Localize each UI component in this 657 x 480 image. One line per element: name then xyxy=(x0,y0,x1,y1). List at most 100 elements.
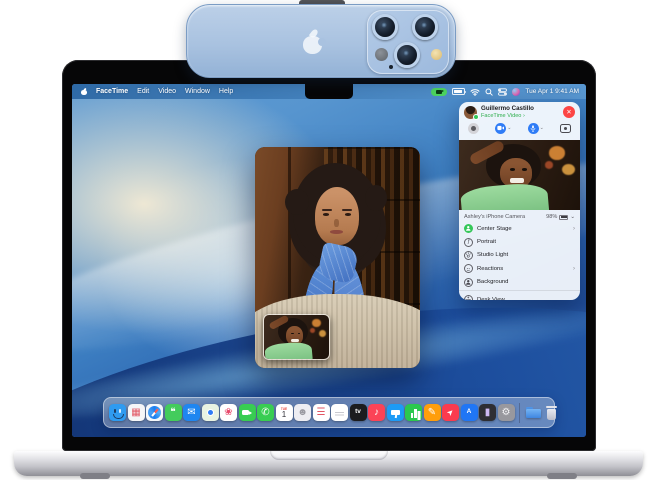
camera-source-label[interactable]: Ashley's iPhone Camera xyxy=(464,214,525,220)
effect-label: Reactions xyxy=(477,266,503,272)
apple-menu-icon[interactable] xyxy=(81,88,87,95)
dock-item-messages[interactable]: ❝ xyxy=(165,404,182,421)
dock: ▦ ❝ ✉ ❀ ✆TUE1☻ ☰ tv ♪ ✎ A ▮ ⚙ xyxy=(103,397,555,428)
photo-booth-glyph-icon: ▮ xyxy=(485,408,491,418)
self-shirt xyxy=(460,181,549,210)
control-center-icon[interactable] xyxy=(498,88,507,96)
iphone-battery-icon xyxy=(559,215,568,220)
dock-item-tv[interactable]: tv xyxy=(350,404,367,421)
caller-avatar xyxy=(464,106,477,119)
siri-icon[interactable] xyxy=(512,88,520,96)
effect-center-stage[interactable]: Center Stage› xyxy=(459,222,580,235)
video-options-chevron-icon[interactable]: ⌄ xyxy=(507,125,511,131)
call-type-link[interactable]: FaceTime Video › xyxy=(481,113,534,120)
dock-item-safari[interactable] xyxy=(146,404,163,421)
dock-item-reminders[interactable]: ☰ xyxy=(313,404,330,421)
camera-lens-icon xyxy=(394,42,420,68)
dock-item-notes[interactable] xyxy=(331,404,348,421)
call-card: Guillermo Castillo FaceTime Video › ✕ ⌄ xyxy=(459,102,580,140)
effect-label: Center Stage xyxy=(477,226,512,232)
chevron-right-icon: › xyxy=(573,266,575,272)
menu-item-help[interactable]: Help xyxy=(219,88,233,95)
music-glyph-icon: ♪ xyxy=(374,408,379,418)
iphone-continuity-camera xyxy=(186,4,456,78)
self-smile xyxy=(291,339,299,342)
camera-preview xyxy=(459,140,580,210)
dock-item-rocket-app[interactable] xyxy=(442,404,459,421)
camera-lidar-icon xyxy=(375,48,388,61)
effect-desk-view[interactable]: Desk View… xyxy=(459,293,580,300)
local-user-preview-video xyxy=(459,140,580,210)
desk-view-icon xyxy=(464,295,473,300)
end-call-button[interactable]: ✕ xyxy=(563,106,575,118)
menu-item-edit[interactable]: Edit xyxy=(137,88,149,95)
dock-item-facetime[interactable] xyxy=(239,404,256,421)
self-eye xyxy=(510,168,515,171)
screen-share-button[interactable] xyxy=(560,124,571,133)
smiley-icon xyxy=(464,264,473,273)
effect-portrait[interactable]: ƒ Portrait xyxy=(459,235,580,248)
self-eye xyxy=(522,168,527,171)
tv-glyph-icon: tv xyxy=(355,409,361,416)
camera-lens-icon xyxy=(412,14,438,40)
aperture-icon: ƒ xyxy=(464,238,473,247)
effect-label: Background xyxy=(477,279,508,285)
dock-item-system-settings[interactable]: ⚙ xyxy=(498,404,515,421)
dock-item-calendar[interactable]: TUE1 xyxy=(276,404,293,421)
messages-glyph-icon: ❝ xyxy=(170,408,175,418)
dock-item-contacts[interactable]: ☻ xyxy=(294,404,311,421)
menu-item-video[interactable]: Video xyxy=(158,88,176,95)
battery-icon[interactable] xyxy=(452,88,465,95)
system-settings-glyph-icon: ⚙ xyxy=(502,408,511,418)
calendar-day: 1 xyxy=(282,411,286,418)
search-icon[interactable] xyxy=(485,88,493,96)
effect-reactions[interactable]: Reactions › xyxy=(459,262,580,275)
menu-item-window[interactable]: Window xyxy=(185,88,210,95)
camera-collapse-chevron-icon[interactable]: ⌄ xyxy=(570,214,575,220)
dock-item-photo-booth[interactable]: ▮ xyxy=(479,404,496,421)
dock-item-launchpad[interactable]: ▦ xyxy=(128,404,145,421)
self-view-pip[interactable] xyxy=(263,314,330,360)
dock-item-music[interactable]: ♪ xyxy=(368,404,385,421)
rubber-foot xyxy=(80,473,110,479)
effect-label: Portrait xyxy=(477,239,496,245)
dock-item-divider xyxy=(519,403,520,423)
menu-item-facetime[interactable]: FaceTime xyxy=(96,88,128,95)
wifi-icon[interactable] xyxy=(470,88,480,96)
separator xyxy=(459,290,580,291)
shareplay-button[interactable] xyxy=(468,123,479,134)
dock-item-downloads-folder[interactable] xyxy=(525,404,542,421)
pages-glyph-icon: ✎ xyxy=(428,408,436,418)
dock-item-finder[interactable] xyxy=(109,404,126,421)
dock-item-app-store[interactable]: A xyxy=(461,404,478,421)
effect-background[interactable]: Background xyxy=(459,276,580,289)
local-user-video xyxy=(264,315,329,359)
video-toggle-button[interactable] xyxy=(495,123,506,134)
dock-item-phone[interactable]: ✆ xyxy=(257,404,274,421)
lid-opening-notch xyxy=(270,451,388,460)
bokeh-light xyxy=(545,161,553,169)
dock-item-pages[interactable]: ✎ xyxy=(424,404,441,421)
mic-toggle-button[interactable] xyxy=(528,123,539,134)
reminders-glyph-icon: ☰ xyxy=(317,408,326,418)
screenshot-scene: FaceTime Edit Video Window Help xyxy=(0,0,657,480)
display-notch xyxy=(305,84,353,99)
dock-item-maps[interactable] xyxy=(202,404,219,421)
menu-bar-clock[interactable]: Tue Apr 1 9:41 AM xyxy=(525,88,579,95)
photos-glyph-icon: ❀ xyxy=(224,408,232,418)
person-crop-icon xyxy=(464,224,473,233)
iphone-camera-module xyxy=(367,10,449,74)
person-icon xyxy=(464,278,473,287)
dock-item-keynote[interactable] xyxy=(387,404,404,421)
dock-item-mail[interactable]: ✉ xyxy=(183,404,200,421)
mic-options-chevron-icon[interactable]: ⌄ xyxy=(540,125,544,131)
facetime-video-window[interactable] xyxy=(255,147,420,368)
video-badge-icon xyxy=(473,114,479,120)
facetime-indicator-pill[interactable] xyxy=(431,88,447,96)
macos-display: FaceTime Edit Video Window Help xyxy=(72,84,586,437)
dock-item-numbers[interactable] xyxy=(405,404,422,421)
caller-name: Guillermo Castillo xyxy=(481,105,534,113)
dock-item-trash[interactable] xyxy=(543,404,560,421)
dock-item-photos[interactable]: ❀ xyxy=(220,404,237,421)
effect-studio-light[interactable]: Studio Light xyxy=(459,249,580,262)
